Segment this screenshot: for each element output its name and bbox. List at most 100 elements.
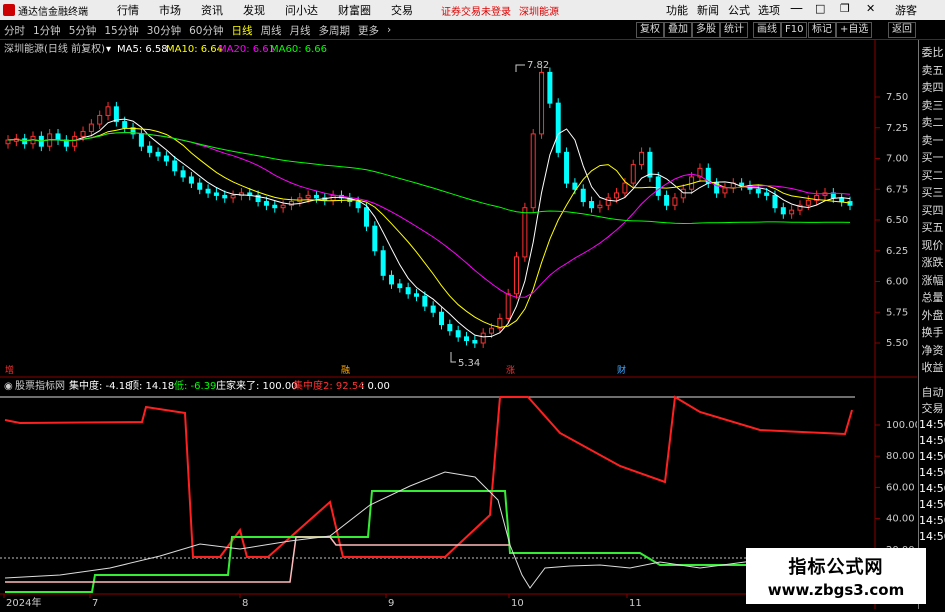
side-label-12[interactable]: 涨跌	[919, 255, 945, 270]
ma20-label: MA20: 6.61	[218, 44, 275, 55]
back-button[interactable]: 返回	[888, 22, 916, 38]
menu-xuanxiang[interactable]: 选项	[758, 2, 780, 18]
tongji-button[interactable]: 统计	[720, 22, 748, 38]
side-label-11[interactable]: 现价	[919, 238, 945, 253]
stock-name-link[interactable]: 深圳能源	[519, 3, 559, 18]
fuquan-button[interactable]: 复权	[636, 22, 664, 38]
candle-body	[672, 197, 678, 206]
ma-lines	[7, 118, 851, 338]
candle-body	[180, 170, 186, 178]
gear-icon[interactable]: ◉	[4, 381, 13, 392]
menu-item-shichang[interactable]: 市场	[149, 2, 191, 18]
menu-xinwen[interactable]: 新闻	[697, 2, 719, 18]
tab-15min[interactable]: 15分钟	[100, 23, 142, 38]
close-icon[interactable]: ✕	[866, 2, 875, 15]
event-marker-cai[interactable]: 财	[617, 364, 626, 376]
candle-body	[839, 197, 845, 203]
price-y-tick-label: 5.75	[886, 307, 908, 318]
tab-multi-period[interactable]: 多周期	[315, 23, 355, 38]
menu-item-faxian[interactable]: 发现	[233, 2, 275, 18]
side-time-4: 14:50	[919, 450, 945, 463]
side-label-18[interactable]: 收益	[919, 360, 945, 375]
candle-body	[105, 106, 111, 116]
tab-1min[interactable]: 1分钟	[29, 23, 65, 38]
event-marker-zhang[interactable]: 涨	[506, 365, 515, 376]
indicator-y-tick-label: 100.00	[886, 420, 917, 431]
candle-body	[380, 250, 386, 276]
ma60-label: MA60: 6.66	[270, 44, 327, 55]
f10-button[interactable]: F10	[781, 22, 808, 38]
candle-body	[614, 192, 620, 199]
biaoji-button[interactable]: 标记	[808, 22, 836, 38]
event-marker-zeng[interactable]: 增	[5, 364, 14, 376]
menu-gongneng[interactable]: 功能	[666, 2, 688, 18]
side-label-6[interactable]: 买一	[919, 150, 945, 165]
side-label-4[interactable]: 卖二	[919, 115, 945, 130]
maximize-icon[interactable]: □	[815, 2, 825, 15]
tab-monthly[interactable]: 月线	[286, 23, 315, 38]
duogu-button[interactable]: 多股	[692, 22, 720, 38]
chevron-right-icon[interactable]: ›	[383, 24, 395, 36]
indicator-title: 股票指标网	[15, 379, 65, 392]
side-label-8[interactable]: 买三	[919, 185, 945, 200]
restore-icon[interactable]: ❐	[840, 2, 850, 15]
diejia-button[interactable]: 叠加	[664, 22, 692, 38]
side-label-9[interactable]: 买四	[919, 203, 945, 218]
tab-fenshi[interactable]: 分时	[0, 23, 29, 38]
chart-svg[interactable]: 深圳能源(日线 前复权) ▾ MA5: 6.58 MA10: 6.64 MA20…	[0, 40, 921, 609]
candle-body	[580, 188, 586, 203]
price-y-tick-label: 7.00	[886, 154, 908, 165]
side-label-1[interactable]: 卖五	[919, 63, 945, 78]
x-tick-label: 11	[629, 598, 642, 609]
tab-daily[interactable]: 日线	[228, 23, 257, 38]
menu-item-hangqing[interactable]: 行情	[107, 2, 149, 18]
price-y-tick-label: 6.00	[886, 277, 908, 288]
chevron-down-icon[interactable]: ▾	[106, 44, 111, 55]
candle-body	[122, 121, 128, 129]
side-label-14[interactable]: 总量	[919, 290, 945, 305]
menu-item-jiaoyi[interactable]: 交易	[381, 2, 423, 18]
indicator-green-line	[5, 490, 855, 593]
x-tick-label: 10	[511, 598, 524, 609]
side-label-13[interactable]: 涨幅	[919, 273, 945, 288]
event-marker-rong[interactable]: 融	[341, 365, 350, 376]
side-label-17[interactable]: 净资	[919, 343, 945, 358]
side-label-15[interactable]: 外盘	[919, 308, 945, 323]
candle-body	[480, 332, 486, 344]
side-label-16[interactable]: 换手	[919, 325, 945, 340]
side-label-3[interactable]: 卖三	[919, 98, 945, 113]
tab-more[interactable]: 更多	[354, 23, 383, 38]
tab-weekly[interactable]: 周线	[257, 23, 286, 38]
side-trade-0[interactable]: 自动	[919, 385, 945, 400]
menu-item-caifuquan[interactable]: 财富圈	[328, 2, 381, 18]
side-trade-1[interactable]: 交易	[919, 401, 945, 416]
menu-item-zixun[interactable]: 资讯	[191, 2, 233, 18]
x-axis: 2024年 7 8 9 10 11	[3, 594, 642, 609]
x-tick-label: 9	[388, 598, 394, 609]
candle-body	[230, 194, 236, 199]
chart-area[interactable]: 深圳能源(日线 前复权) ▾ MA5: 6.58 MA10: 6.64 MA20…	[0, 40, 921, 609]
menu-item-wenxiaoda[interactable]: 问小达	[275, 2, 328, 18]
candle-body	[522, 207, 528, 258]
candle-body	[539, 71, 545, 135]
tab-60min[interactable]: 60分钟	[185, 23, 227, 38]
tab-30min[interactable]: 30分钟	[143, 23, 185, 38]
minimize-icon[interactable]: —	[790, 1, 803, 16]
menu-youke[interactable]: 游客	[895, 2, 917, 18]
candle-body	[605, 197, 611, 206]
menu-gongshi[interactable]: 公式	[728, 2, 750, 18]
indicator-ding: 顶: 14.18	[129, 380, 174, 392]
side-label-5[interactable]: 卖一	[919, 133, 945, 148]
indicator-y-tick-label: 40.00	[886, 514, 915, 525]
candle-body	[755, 188, 761, 194]
trade-login-alert[interactable]: 证券交易未登录	[441, 3, 511, 18]
side-label-0[interactable]: 委比	[919, 45, 945, 60]
side-label-7[interactable]: 买二	[919, 168, 945, 183]
huaxian-button[interactable]: 画线	[753, 22, 781, 38]
candle-body	[272, 204, 278, 209]
side-label-2[interactable]: 卖四	[919, 80, 945, 95]
add-watchlist-button[interactable]: +自选	[836, 22, 873, 38]
side-label-10[interactable]: 买五	[919, 220, 945, 235]
ma20-line	[7, 132, 851, 298]
tab-5min[interactable]: 5分钟	[65, 23, 101, 38]
